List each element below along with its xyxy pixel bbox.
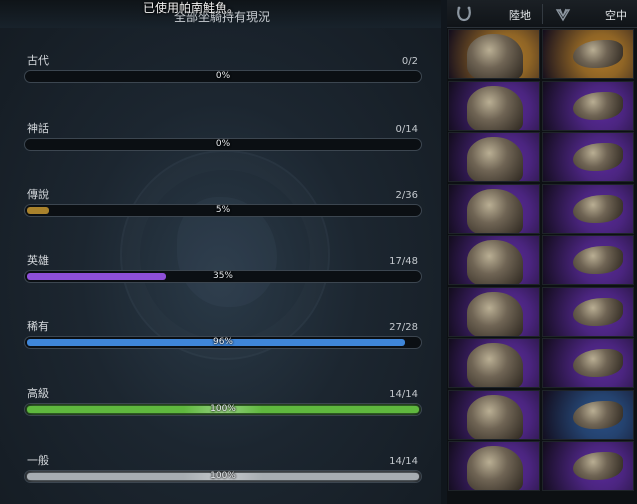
mount-card[interactable] [542,441,634,491]
category-row: 一般 14/14 100% [24,452,422,486]
category-name: 稀有 [27,320,49,333]
mount-card[interactable] [542,338,634,388]
mount-portrait [467,291,523,336]
mount-card[interactable] [448,80,540,131]
mount-card[interactable] [448,235,540,285]
mount-card[interactable] [448,389,540,440]
progress-percent: 35% [212,271,233,281]
category-count: 2/36 [395,190,418,201]
mount-portrait [467,343,523,387]
mount-card[interactable] [542,235,634,285]
mount-portrait [573,246,623,274]
mount-card[interactable] [448,441,540,491]
category-name: 英雄 [27,254,49,267]
mount-portrait [573,143,623,171]
mount-portrait [467,188,523,233]
progress-bar: 5% [24,204,422,217]
mount-type-tabs: 陸地 空中 [447,0,637,28]
mount-portrait [467,446,523,490]
tab-air-label: 空中 [605,9,627,22]
mount-portrait [573,194,623,223]
category-name: 古代 [27,54,49,67]
progress-bar: 35% [24,270,422,283]
wings-icon [555,8,571,22]
progress-bar: 0% [24,70,422,83]
category-count: 0/2 [401,56,418,67]
mount-portrait [467,394,523,439]
category-row: 稀有 27/28 96% [24,318,422,352]
mount-card[interactable] [542,183,634,234]
category-row: 高級 14/14 100% [24,385,422,419]
progress-percent: 0% [215,139,231,149]
progress-percent: 100% [210,404,236,414]
tab-land[interactable]: 陸地 [447,0,542,28]
progress-bar: 96% [24,336,422,349]
category-count: 14/14 [389,456,418,467]
progress-bar: 100% [24,403,422,416]
collection-status-panel: 全部坐騎持有現況 已使用帕南鮭魚。 古代 0/2 0% 神話 0/14 0% 傳說 2/36 5… [0,0,441,504]
mount-card[interactable] [448,286,540,337]
mount-portrait [573,297,623,326]
category-row: 古代 0/2 0% [24,52,422,86]
category-name: 高級 [27,387,49,400]
progress-percent: 5% [215,205,231,215]
progress-percent: 96% [212,337,233,347]
tab-land-label: 陸地 [509,9,531,22]
mount-card[interactable] [542,389,634,440]
category-name: 傳說 [27,188,49,201]
category-row: 傳說 2/36 5% [24,186,422,220]
category-count: 17/48 [389,256,418,267]
mount-card[interactable] [448,183,540,234]
category-row: 神話 0/14 0% [24,120,422,154]
category-count: 27/28 [389,322,418,333]
progress-bar: 0% [24,138,422,151]
mount-card[interactable] [542,286,634,337]
progress-bar: 100% [24,470,422,483]
category-count: 0/14 [395,124,418,135]
category-row: 英雄 17/48 35% [24,252,422,286]
mount-portrait [573,349,623,377]
mount-portrait [573,452,623,480]
mount-card[interactable] [542,29,634,79]
category-name: 一般 [27,454,49,467]
mount-portrait [573,40,623,68]
category-name: 神話 [27,122,49,135]
mount-portrait [467,240,523,284]
horseshoe-icon [457,6,471,22]
mount-card[interactable] [542,80,634,131]
category-count: 14/14 [389,389,418,400]
progress-percent: 100% [210,471,236,481]
mount-list-panel: 陸地 空中 [447,0,637,504]
mount-card[interactable] [448,132,540,182]
system-notice: 已使用帕南鮭魚。 [143,1,240,15]
mount-portrait [467,85,523,130]
mount-portrait [467,34,523,78]
mount-portrait [467,137,523,181]
mount-portrait [573,400,623,429]
tab-air[interactable]: 空中 [543,0,637,28]
mount-card[interactable] [448,29,540,79]
mount-card[interactable] [448,338,540,388]
mount-card[interactable] [542,132,634,182]
mount-portrait [573,91,623,120]
progress-percent: 0% [215,71,231,81]
